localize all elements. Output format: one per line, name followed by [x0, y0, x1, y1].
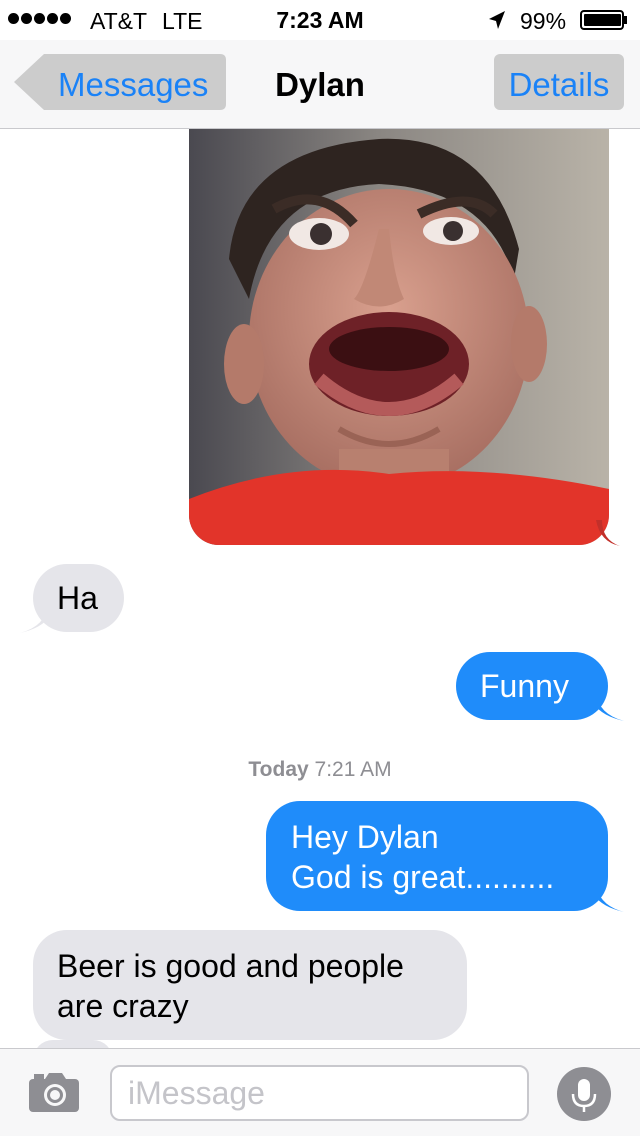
- details-button-label: Details: [508, 66, 610, 103]
- message-text-line: are crazy: [57, 988, 189, 1024]
- battery-percentage: 99%: [520, 8, 567, 34]
- battery-icon: [580, 10, 627, 30]
- message-text-line: God is great..........: [291, 859, 555, 895]
- photo-thumbnail: [189, 129, 609, 545]
- navigation-bar: Messages Dylan Details: [0, 40, 640, 129]
- incoming-message-bubble[interactable]: Beer is good and people are crazy: [33, 930, 467, 1040]
- status-bar: AT&T LTE 7:23 AM 99%: [0, 0, 640, 40]
- message-text: Funny: [480, 668, 569, 704]
- message-timestamp: Today 7:21 AM: [0, 758, 640, 782]
- outgoing-message-bubble[interactable]: Funny: [456, 652, 608, 720]
- incoming-message-bubble[interactable]: Ha: [33, 564, 124, 632]
- timestamp-day: Today: [248, 758, 309, 781]
- message-input[interactable]: [110, 1065, 529, 1121]
- location-arrow-icon: [489, 11, 505, 29]
- message-text-line: Hey Dylan: [291, 819, 439, 855]
- message-text: Ha: [57, 580, 98, 616]
- message-input-bar: [0, 1048, 640, 1136]
- timestamp-time: 7:21 AM: [314, 758, 392, 781]
- details-button[interactable]: Details: [494, 54, 624, 110]
- microphone-icon: [571, 1079, 597, 1112]
- message-text-line: Beer is good and people: [57, 948, 404, 984]
- microphone-button[interactable]: [557, 1067, 611, 1121]
- camera-icon[interactable]: [28, 1071, 80, 1113]
- outgoing-message-bubble[interactable]: Hey Dylan God is great..........: [266, 801, 608, 911]
- photo-bubble-tail: [596, 520, 620, 546]
- photo-message[interactable]: [189, 129, 609, 545]
